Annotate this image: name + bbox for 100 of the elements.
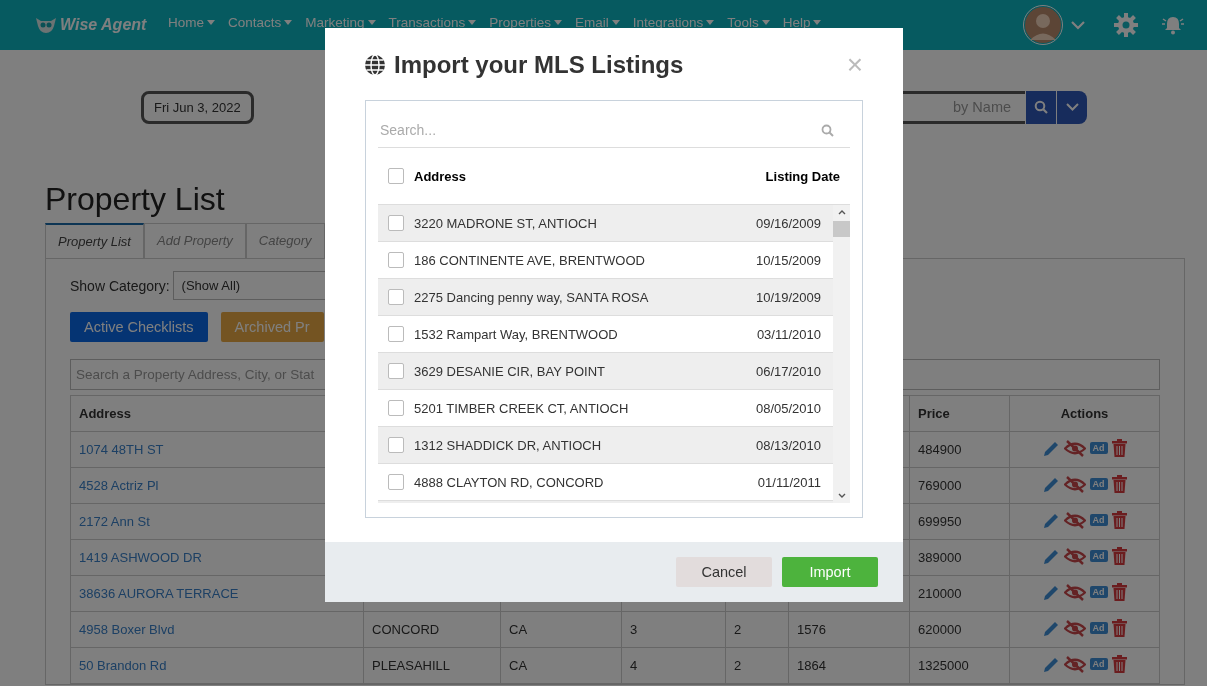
close-button[interactable]: × bbox=[846, 50, 863, 79]
nav-menu-item[interactable]: Integrations bbox=[632, 14, 715, 36]
eye-slash-icon[interactable] bbox=[1063, 475, 1086, 493]
pencil-icon[interactable] bbox=[1042, 439, 1060, 457]
nav-menu-item[interactable]: Email bbox=[574, 14, 620, 36]
owl-logo-icon bbox=[35, 16, 57, 34]
listing-row[interactable]: 2275 Dancing penny way, SANTA ROSA 10/19/2009 bbox=[378, 279, 833, 316]
checkbox[interactable] bbox=[388, 326, 404, 342]
pencil-icon[interactable] bbox=[1042, 475, 1060, 493]
caret-icon bbox=[813, 19, 822, 25]
ad-badge[interactable]: Ad bbox=[1089, 478, 1108, 491]
avatar[interactable] bbox=[1023, 5, 1063, 45]
table-cell: PLEASAHILL bbox=[363, 647, 501, 684]
trash-icon[interactable] bbox=[1111, 475, 1127, 494]
caret-icon bbox=[706, 19, 715, 25]
table-cell: CA bbox=[500, 647, 622, 684]
listing-row[interactable]: 3220 MADRONE ST, ANTIOCH 09/16/2009 bbox=[378, 205, 833, 242]
table-cell: 769000 bbox=[909, 467, 1010, 504]
logo-text[interactable]: Wise Agent bbox=[60, 16, 147, 34]
dropdown-button[interactable] bbox=[1057, 90, 1087, 124]
eye-slash-icon[interactable] bbox=[1063, 583, 1086, 601]
nav-menu-item[interactable]: Properties bbox=[489, 14, 562, 36]
trash-icon[interactable] bbox=[1111, 619, 1127, 638]
trash-icon[interactable] bbox=[1111, 511, 1127, 530]
ad-badge[interactable]: Ad bbox=[1089, 586, 1108, 599]
address-link[interactable]: 4528 Actriz Pl bbox=[79, 478, 159, 494]
checkbox[interactable] bbox=[388, 437, 404, 453]
nav-menu-item[interactable]: Help bbox=[782, 14, 822, 36]
trash-icon[interactable] bbox=[1111, 547, 1127, 566]
bell-icon[interactable] bbox=[1161, 14, 1185, 36]
field-label: Show Category: bbox=[70, 277, 170, 294]
eye-slash-icon[interactable] bbox=[1063, 547, 1086, 565]
address-link[interactable]: 1074 48TH ST bbox=[79, 442, 164, 458]
dialog-button[interactable]: Cancel bbox=[676, 557, 772, 587]
caret-icon bbox=[207, 19, 215, 25]
chevron-down-icon[interactable] bbox=[837, 493, 846, 499]
ad-badge[interactable]: Ad bbox=[1089, 550, 1108, 563]
checkbox[interactable] bbox=[388, 168, 404, 184]
table-cell: 2 bbox=[725, 647, 789, 684]
tab[interactable]: Property List bbox=[45, 223, 144, 259]
nav-menu-item[interactable]: Transactions bbox=[388, 14, 477, 36]
scrollbar[interactable] bbox=[833, 205, 850, 503]
listing-date: 08/13/2010 bbox=[755, 437, 821, 453]
address-link[interactable]: 2172 Ann St bbox=[79, 514, 150, 530]
eye-slash-icon[interactable] bbox=[1063, 439, 1086, 457]
trash-icon[interactable] bbox=[1111, 583, 1127, 602]
scrollbar-thumb[interactable] bbox=[833, 221, 850, 237]
ad-badge[interactable]: Ad bbox=[1089, 658, 1108, 671]
table-cell: 1576 bbox=[788, 611, 910, 648]
nav-menu-item[interactable]: Home bbox=[168, 14, 215, 36]
nav-menu-item[interactable]: Tools bbox=[727, 14, 770, 36]
tab[interactable]: Category bbox=[245, 223, 325, 259]
table-cell: 1864 bbox=[788, 647, 910, 684]
pencil-icon[interactable] bbox=[1042, 511, 1060, 529]
listing-address: 2275 Dancing penny way, SANTA ROSA bbox=[414, 289, 649, 305]
settings-icon[interactable] bbox=[1113, 12, 1139, 38]
checklist-button[interactable]: Archived Pr bbox=[220, 312, 324, 343]
chevron-up-icon[interactable] bbox=[837, 209, 846, 215]
checklist-button[interactable]: Active Checklists bbox=[70, 312, 208, 343]
ad-badge[interactable]: Ad bbox=[1089, 622, 1108, 635]
checkbox[interactable] bbox=[388, 363, 404, 379]
ad-badge[interactable]: Ad bbox=[1089, 442, 1108, 455]
listing-date: 10/15/2009 bbox=[755, 252, 821, 268]
pencil-icon[interactable] bbox=[1042, 655, 1060, 673]
tab[interactable]: Add Property bbox=[144, 223, 246, 259]
checkbox[interactable] bbox=[388, 474, 404, 490]
listing-date: 08/05/2010 bbox=[755, 400, 821, 416]
search-icon bbox=[821, 123, 834, 137]
checkbox[interactable] bbox=[388, 215, 404, 231]
column-header: Listing Date bbox=[765, 168, 840, 184]
trash-icon[interactable] bbox=[1111, 655, 1127, 674]
trash-icon[interactable] bbox=[1111, 439, 1127, 458]
address-link[interactable]: 1419 ASHWOOD DR bbox=[79, 550, 202, 566]
dialog-button[interactable]: Import bbox=[782, 557, 878, 587]
search-button[interactable] bbox=[1026, 90, 1056, 124]
address-link[interactable]: 50 Brandon Rd bbox=[79, 658, 167, 674]
eye-slash-icon[interactable] bbox=[1063, 511, 1086, 529]
checkbox[interactable] bbox=[388, 252, 404, 268]
listing-date: 06/17/2010 bbox=[755, 363, 821, 379]
checkbox[interactable] bbox=[388, 289, 404, 305]
listing-address: 3629 DESANIE CIR, BAY POINT bbox=[414, 363, 605, 379]
nav-menu-item[interactable]: Contacts bbox=[228, 14, 293, 36]
ad-badge[interactable]: Ad bbox=[1089, 514, 1108, 527]
listing-date: 10/19/2009 bbox=[755, 289, 821, 305]
pencil-icon[interactable] bbox=[1042, 547, 1060, 565]
caret-icon bbox=[761, 19, 770, 25]
caret-icon bbox=[367, 19, 376, 25]
listing-row[interactable]: 3629 DESANIE CIR, BAY POINT 06/17/2010 bbox=[378, 353, 833, 390]
nav-menu-item[interactable]: Marketing bbox=[305, 14, 376, 36]
pencil-icon[interactable] bbox=[1042, 583, 1060, 601]
pencil-icon[interactable] bbox=[1042, 619, 1060, 637]
caret-icon bbox=[553, 19, 562, 25]
eye-slash-icon[interactable] bbox=[1063, 655, 1086, 673]
table-cell: 389000 bbox=[909, 539, 1010, 576]
date-chip[interactable]: Fri Jun 3, 2022 bbox=[141, 90, 254, 124]
listing-address: 1312 SHADDICK DR, ANTIOCH bbox=[414, 437, 602, 453]
eye-slash-icon[interactable] bbox=[1063, 619, 1086, 637]
checkbox[interactable] bbox=[388, 400, 404, 416]
address-link[interactable]: 4958 Boxer Blvd bbox=[79, 622, 175, 638]
listing-row[interactable]: 1312 SHADDICK DR, ANTIOCH 08/13/2010 bbox=[378, 427, 833, 464]
